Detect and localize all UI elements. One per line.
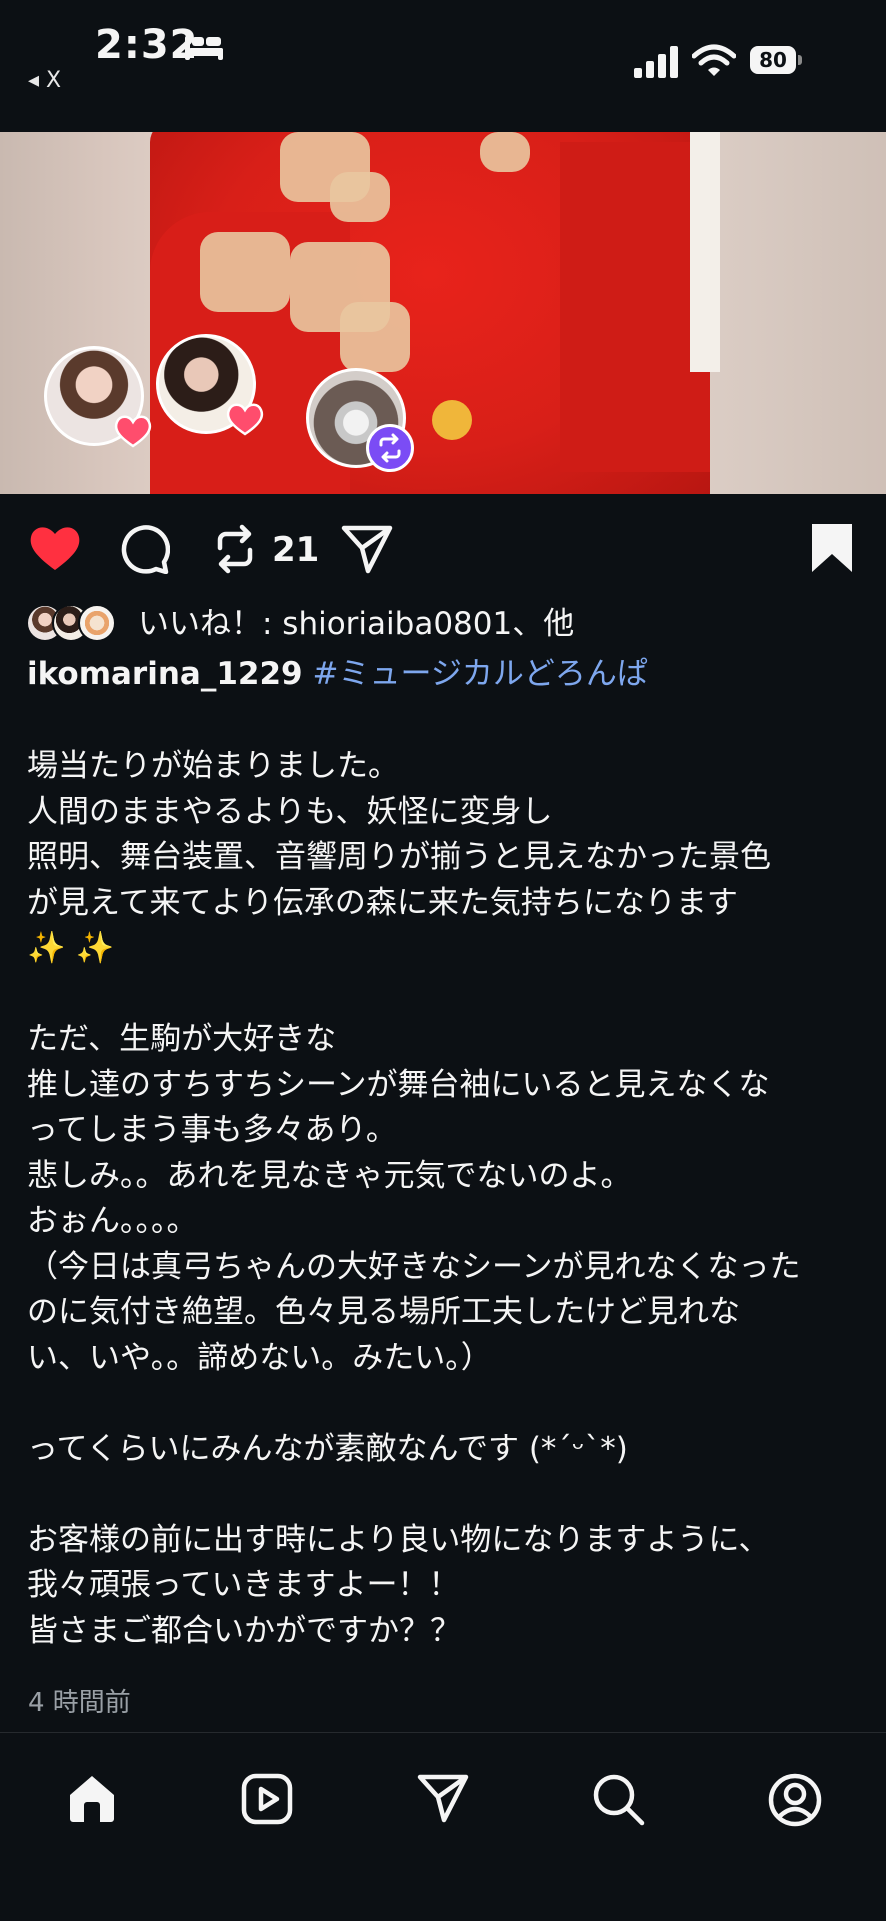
repost-badge-icon xyxy=(366,424,414,472)
heart-badge-icon xyxy=(114,415,152,448)
caption-line: お客様の前に出す時により良い物になりますように、 xyxy=(27,1521,770,1558)
repost-count: 21 xyxy=(272,530,320,570)
home-icon[interactable] xyxy=(66,1773,118,1825)
share-icon[interactable] xyxy=(340,524,394,574)
caption-text: 場当たりが始まりました。人間のままやるよりも、妖怪に変身し照明、舞台装置、音響周… xyxy=(27,744,857,1654)
caption-line: ってくらいにみんなが素敵なんです (*´ᵕ`*) xyxy=(27,1430,628,1467)
bottom-navigation xyxy=(0,1732,886,1921)
heart-badge-icon xyxy=(226,403,264,436)
status-bar: 2:32 ◂ X 80 xyxy=(0,0,886,132)
search-icon[interactable] xyxy=(592,1773,646,1827)
profile-icon[interactable] xyxy=(768,1773,822,1827)
signal-icon xyxy=(634,46,678,78)
caption-line: 我々頑張っていきますよー！！ xyxy=(27,1567,460,1603)
wifi-icon xyxy=(692,44,736,76)
caption-line: 人間のままやるよりも、妖怪に変身し xyxy=(27,793,553,830)
caption-line: 推し達のすちすちシーンが舞台袖にいると見えなくな xyxy=(27,1066,770,1103)
likes-text: いいね！: shioriaiba0801、他 xyxy=(138,606,575,642)
caption-line xyxy=(27,1381,857,1427)
caption-line xyxy=(27,1472,857,1518)
author-username[interactable]: ikomarina_1229 xyxy=(27,656,303,692)
battery-icon: 80 xyxy=(750,46,802,76)
caption-line: い、いや。。諦めない。みたい。） xyxy=(27,1339,492,1376)
bookmark-icon[interactable] xyxy=(810,522,854,574)
caption-line: ただ、生駒が大好きな xyxy=(27,1021,337,1057)
caption-line: ✨ ✨ xyxy=(27,930,115,966)
caption-line: ってしまう事も多々あり。 xyxy=(27,1112,397,1148)
caption-header: ikomarina_1229 #ミュージカルどろんぱ xyxy=(27,652,648,696)
caption-line xyxy=(27,972,857,1018)
caption-line: 照明、舞台装置、音響周りが揃うと見えなかった景色 xyxy=(27,839,771,875)
post-timestamp: 4 時間前 xyxy=(28,1688,131,1718)
reels-icon[interactable] xyxy=(241,1773,293,1825)
caption-line: （今日は真弓ちゃんの大好きなシーンが見れなくなった xyxy=(27,1248,801,1285)
likes-summary[interactable]: いいね！: shioriaiba0801、他 xyxy=(26,604,866,648)
back-to-app-link[interactable]: ◂ X xyxy=(28,68,61,93)
caption-line: のに気付き絶望。色々見る場所工夫したけど見れな xyxy=(27,1294,740,1330)
heart-icon[interactable] xyxy=(28,524,82,572)
caption-line: 悲しみ。。あれを見なきゃ元気でないのよ。 xyxy=(27,1157,632,1194)
repost-icon[interactable] xyxy=(210,522,260,576)
caption-line: 場当たりが始まりました。 xyxy=(27,748,399,784)
caption-line: おぉん。。。。 xyxy=(27,1203,198,1239)
caption-line: が見えて来てより伝承の森に来た気持ちになります xyxy=(27,884,738,921)
hashtag-link[interactable]: #ミュージカルどろんぱ xyxy=(312,656,647,692)
post-action-bar xyxy=(0,518,886,578)
battery-level: 80 xyxy=(759,48,787,72)
caption-line: 皆さまご都合いかがですか？？ xyxy=(27,1612,461,1649)
liker-mini-avatar xyxy=(78,604,116,642)
status-time: 2:32 xyxy=(95,22,199,68)
bed-icon xyxy=(185,36,223,60)
comment-icon[interactable] xyxy=(118,524,170,574)
send-icon[interactable] xyxy=(416,1773,470,1825)
